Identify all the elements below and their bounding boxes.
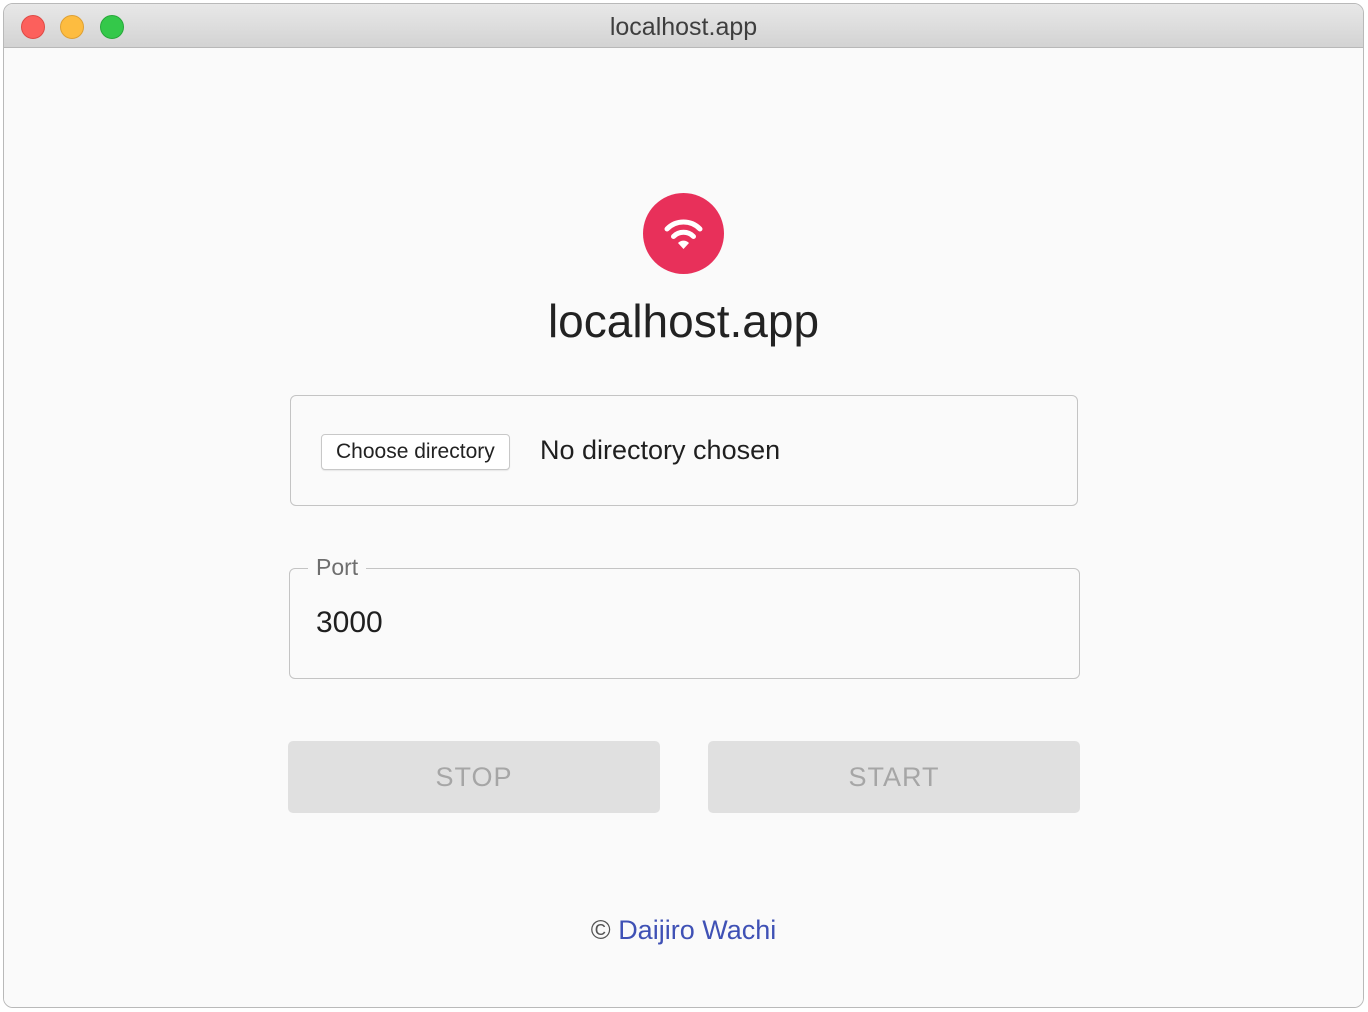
title-bar[interactable]: localhost.app [4, 4, 1363, 48]
footer-copyright: © Daijiro Wachi [4, 912, 1363, 948]
author-link[interactable]: Daijiro Wachi [618, 915, 776, 945]
main-content: localhost.app Choose directory No direct… [4, 48, 1363, 1007]
directory-picker: Choose directory No directory chosen [290, 395, 1078, 506]
choose-directory-button[interactable]: Choose directory [321, 434, 510, 470]
window-title: localhost.app [609, 13, 758, 41]
app-window: localhost.app localhost.app Choose direc… [3, 3, 1364, 1008]
wifi-icon [664, 219, 703, 249]
copyright-symbol: © [590, 915, 611, 945]
app-logo [643, 193, 724, 274]
port-input[interactable]: 3000 [316, 603, 383, 643]
directory-status-text: No directory chosen [540, 435, 781, 465]
start-button[interactable]: START [708, 741, 1080, 813]
port-label: Port [308, 551, 367, 583]
stop-button[interactable]: STOP [288, 741, 660, 813]
app-title: localhost.app [547, 295, 820, 347]
port-field[interactable]: Port 3000 [289, 551, 1080, 679]
